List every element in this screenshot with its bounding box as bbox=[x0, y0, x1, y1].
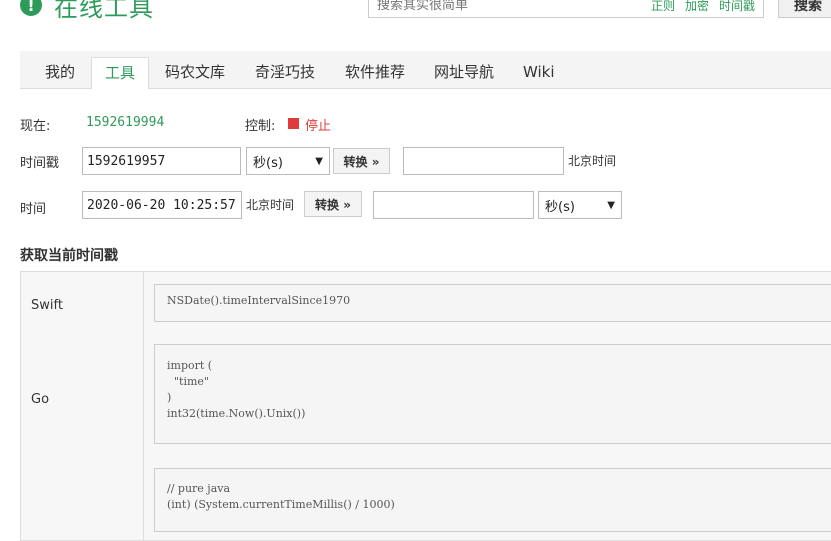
tab-mine[interactable]: 我的 bbox=[32, 57, 88, 89]
lang-cell bbox=[20, 460, 144, 540]
table-row: Swift NSDate().timeIntervalSince1970 bbox=[20, 272, 831, 340]
chevron-down-icon: ▼ bbox=[315, 155, 323, 167]
search-box: 正则 加密 时间戳 bbox=[368, 0, 764, 18]
time-tz-label: 北京时间 bbox=[246, 198, 295, 212]
search-tag-timestamp[interactable]: 时间戳 bbox=[719, 0, 755, 14]
nav-tabs: 我的 工具 码农文库 奇淫巧技 软件推荐 网址导航 Wiki bbox=[20, 51, 831, 90]
search-input[interactable] bbox=[369, 0, 625, 17]
time-label: 时间 bbox=[20, 202, 47, 217]
section-title: 获取当前时间戳 bbox=[20, 248, 118, 264]
stop-icon[interactable] bbox=[288, 118, 299, 129]
timestamp-result-tz: 北京时间 bbox=[568, 154, 617, 168]
current-timestamp: 1592619994 bbox=[86, 115, 165, 130]
search-button[interactable]: 搜索 bbox=[778, 0, 831, 18]
search-tags: 正则 加密 时间戳 bbox=[651, 0, 755, 14]
now-label: 现在: bbox=[20, 119, 51, 134]
timestamp-convert-button[interactable]: 转换 » bbox=[333, 148, 390, 174]
tab-coder-library[interactable]: 码农文库 bbox=[152, 57, 238, 89]
tab-software[interactable]: 软件推荐 bbox=[332, 57, 418, 89]
lang-cell: Swift bbox=[20, 272, 144, 339]
timestamp-result-field[interactable] bbox=[403, 147, 564, 175]
time-unit-value: 秒(s) bbox=[545, 199, 575, 215]
control-label: 控制: bbox=[245, 119, 276, 134]
info-icon: ! bbox=[20, 0, 42, 16]
code-block: // pure java (int) (System.currentTimeMi… bbox=[154, 468, 831, 532]
tab-nav-links[interactable]: 网址导航 bbox=[421, 57, 507, 89]
stop-button[interactable]: 停止 bbox=[305, 115, 331, 134]
site-logo[interactable]: ! 在线工具 bbox=[20, 0, 154, 22]
code-table: Swift NSDate().timeIntervalSince1970 Go … bbox=[20, 271, 831, 541]
search-tag-encrypt[interactable]: 加密 bbox=[685, 0, 709, 14]
site-title: 在线工具 bbox=[54, 0, 154, 22]
time-convert-button[interactable]: 转换 » bbox=[304, 191, 362, 217]
timestamp-unit-value: 秒(s) bbox=[253, 155, 283, 171]
timestamp-unit-select[interactable]: 秒(s) ▼ bbox=[246, 147, 330, 175]
tab-wiki[interactable]: Wiki bbox=[510, 57, 568, 89]
timestamp-input[interactable]: 1592619957 bbox=[82, 147, 241, 175]
time-result-field[interactable] bbox=[373, 191, 534, 219]
code-block: NSDate().timeIntervalSince1970 bbox=[154, 284, 831, 322]
time-unit-select[interactable]: 秒(s) ▼ bbox=[538, 191, 622, 219]
tab-tools[interactable]: 工具 bbox=[91, 57, 150, 90]
code-block: import ( "time" ) int32(time.Now().Unix(… bbox=[154, 344, 831, 444]
time-input[interactable]: 2020-06-20 10:25:57 bbox=[82, 191, 242, 219]
search-tag-regex[interactable]: 正则 bbox=[651, 0, 675, 14]
chevron-down-icon: ▼ bbox=[607, 199, 615, 211]
timestamp-label: 时间戳 bbox=[20, 156, 60, 171]
tab-tricks[interactable]: 奇淫巧技 bbox=[242, 57, 328, 89]
lang-cell: Go bbox=[20, 339, 144, 460]
table-row: Go import ( "time" ) int32(time.Now().Un… bbox=[20, 339, 831, 461]
table-row: // pure java (int) (System.currentTimeMi… bbox=[20, 460, 831, 541]
